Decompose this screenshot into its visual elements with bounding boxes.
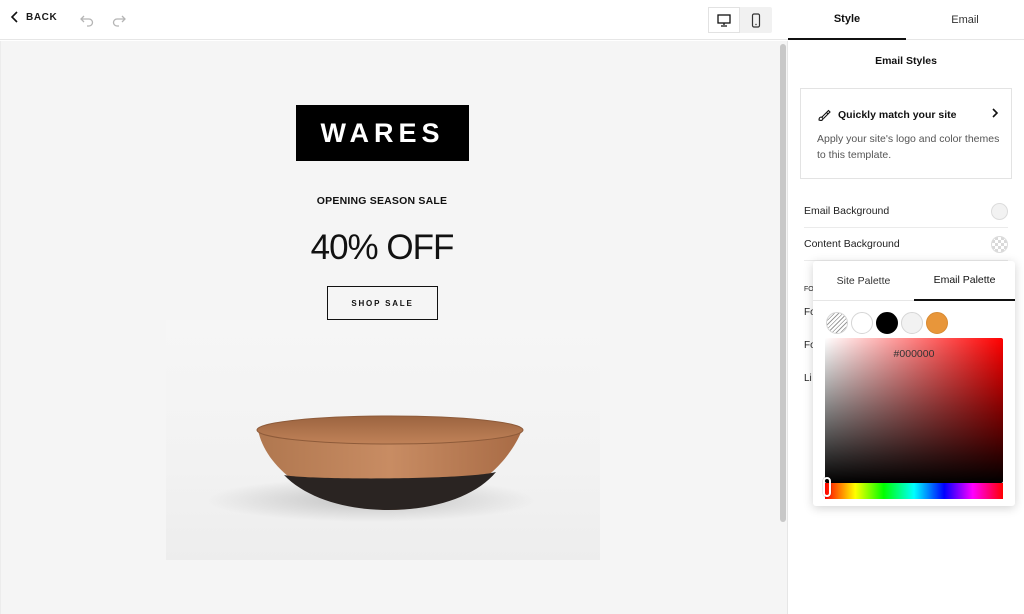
- editor-toolbar: BACK: [0, 0, 788, 40]
- chevron-left-icon: [10, 11, 18, 23]
- panel-tabs: Style Email: [788, 0, 1024, 40]
- match-site-card[interactable]: Quickly match your site Apply your site'…: [800, 88, 1012, 179]
- content-background-row[interactable]: Content Background: [804, 228, 1008, 261]
- hue-slider-handle[interactable]: [823, 477, 831, 497]
- tab-email-palette[interactable]: Email Palette: [914, 261, 1015, 301]
- undo-icon[interactable]: [79, 12, 95, 28]
- palette-tabs: Site Palette Email Palette: [813, 261, 1015, 301]
- paintbrush-icon: [818, 109, 831, 121]
- palette-swatches: [826, 312, 948, 334]
- match-site-header: Quickly match your site: [817, 107, 956, 122]
- swatch-light-gray[interactable]: [901, 312, 923, 334]
- email-background-swatch[interactable]: [991, 202, 1008, 220]
- back-label: BACK: [26, 11, 58, 23]
- swatch-black[interactable]: [876, 312, 898, 334]
- back-button[interactable]: BACK: [10, 11, 57, 23]
- row-partial-3[interactable]: Li: [804, 373, 812, 384]
- hex-value: #000000: [893, 348, 935, 360]
- tab-site-palette[interactable]: Site Palette: [813, 261, 914, 301]
- content-background-label: Content Background: [804, 238, 900, 250]
- match-site-title: Quickly match your site: [838, 108, 957, 121]
- swatch-transparent[interactable]: [826, 312, 848, 334]
- canvas-scrollbar-thumb[interactable]: [780, 44, 786, 522]
- color-picker-popover: Site Palette Email Palette #000000: [813, 261, 1015, 506]
- hue-slider[interactable]: [825, 483, 1003, 499]
- swatch-orange[interactable]: [926, 312, 948, 334]
- shop-sale-button[interactable]: SHOP SALE: [327, 286, 438, 320]
- wooden-bowl-image: [206, 415, 536, 522]
- email-background-row[interactable]: Email Background: [804, 195, 1008, 228]
- device-toggle: [708, 7, 772, 33]
- email-logo[interactable]: WARES: [296, 105, 469, 161]
- tab-style[interactable]: Style: [788, 0, 906, 40]
- chevron-right-icon: [992, 108, 999, 118]
- email-headline[interactable]: 40% OFF: [232, 228, 532, 268]
- match-site-description: Apply your site's logo and color themes …: [817, 133, 1000, 161]
- email-background-label: Email Background: [804, 205, 890, 217]
- content-background-swatch[interactable]: [991, 235, 1008, 253]
- redo-icon[interactable]: [111, 12, 127, 28]
- desktop-icon: [717, 13, 731, 27]
- desktop-view-button[interactable]: [708, 7, 740, 33]
- saturation-brightness-picker[interactable]: #000000: [825, 338, 1003, 483]
- mobile-icon: [751, 12, 761, 28]
- mobile-view-button[interactable]: [740, 7, 772, 33]
- product-image[interactable]: [166, 320, 600, 560]
- tab-email[interactable]: Email: [906, 0, 1024, 40]
- swatch-white[interactable]: [851, 312, 873, 334]
- email-kicker-text[interactable]: OPENING SEASON SALE: [232, 195, 532, 207]
- panel-title: Email Styles: [875, 55, 937, 67]
